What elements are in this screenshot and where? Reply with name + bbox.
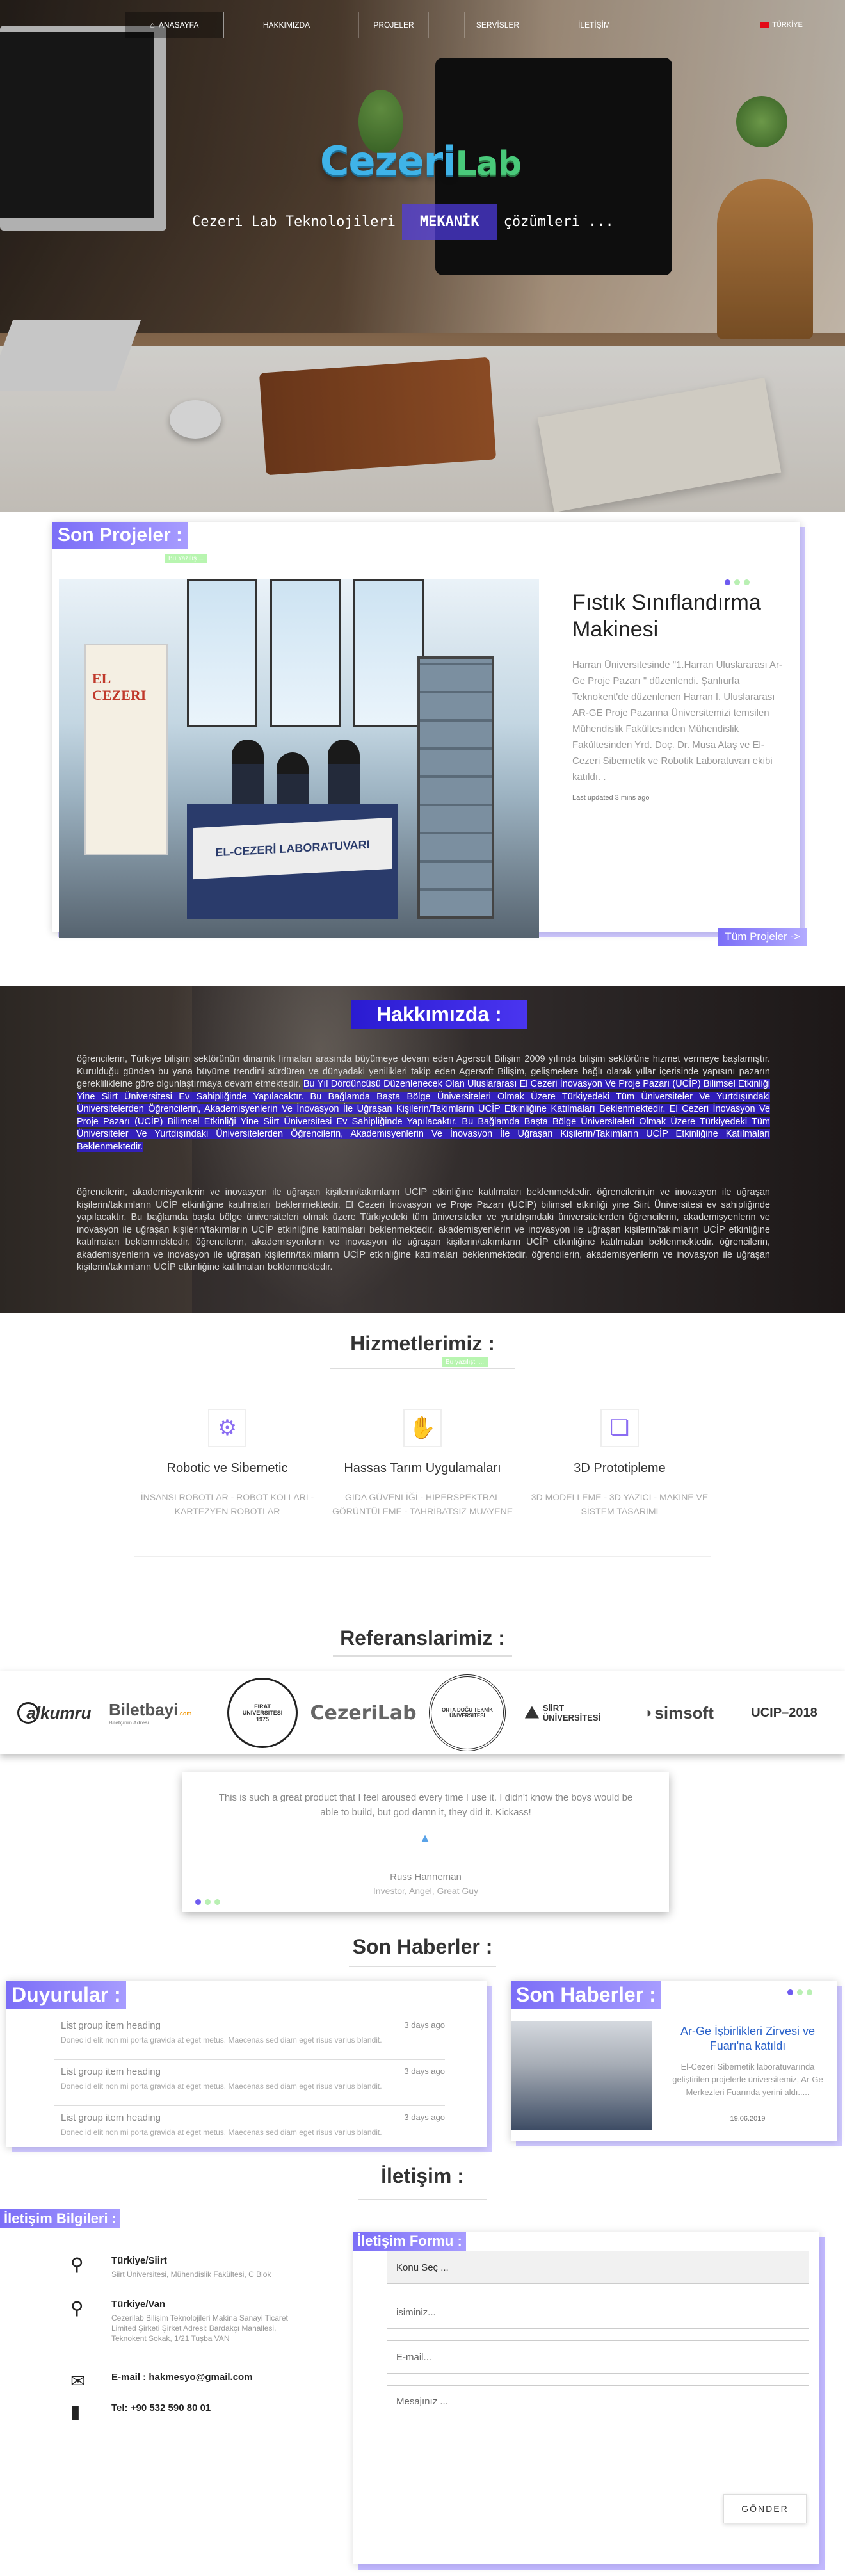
language-selector[interactable]: TÜRKİYE [757,12,807,38]
map-pin-icon: ⚲ [70,2255,84,2274]
project-description: Harran Üniversitesinde "1.Harran Uluslar… [572,660,782,782]
carousel-dot[interactable] [787,1989,793,1995]
services-title: Hizmetlerimiz : [350,1332,495,1355]
nav-home[interactable]: ⌂ ANASAYFA [125,12,224,38]
name-input[interactable]: isiminiz... [387,2296,809,2329]
testimonial-name: Russ Hanneman [390,1872,462,1883]
testimonial-role: Investor, Angel, Great Guy [373,1886,479,1896]
logo-ucip[interactable]: UCIP–2018 [736,1671,832,1754]
services-section: Hizmetlerimiz : Bu yazılıştı ... ⚙ Robot… [0,1332,845,1569]
services-badge: Bu yazılıştı ... [442,1357,488,1367]
references-title: Referanslarimiz : [340,1626,505,1649]
service-prototyping[interactable]: ❏ 3D Prototipleme 3D MODELLEME - 3D YAZI… [524,1409,716,1518]
list-item[interactable]: List group item heading 3 days ago Donec… [54,2060,445,2106]
logo-cezerilab-ref[interactable]: CezeriLab [310,1671,416,1754]
contact-form: İletişim Formu : Konu Seç ... isiminiz..… [353,2232,819,2564]
service-agriculture[interactable]: ✋ Hassas Tarım Uygulamaları GIDA GÜVENLİ… [326,1409,519,1518]
projects-badge: Bu Yazılış ... [165,554,208,563]
about-paragraph-1: öğrencilerin, Türkiye bilişim sektörünün… [77,1054,770,1152]
news-image[interactable] [511,2021,652,2130]
contact-heading: İletişim : [381,2164,464,2187]
testimonial-dots [195,1899,220,1905]
logo-alkumru[interactable]: alkumru [6,1671,102,1754]
hero-banner: ⌂ ANASAYFA HAKKIMIZDA PROJELER SERVİSLER … [0,0,845,512]
contact-info-title: İletişim Bilgileri : [0,2209,121,2228]
contact-form-title: İletişim Formu : [353,2232,466,2251]
top-nav: ⌂ ANASAYFA HAKKIMIZDA PROJELER SERVİSLER … [0,12,845,38]
list-item[interactable]: List group item heading 3 days ago Donec… [54,2106,445,2152]
news-title[interactable]: Ar-Ge İşbirlikleri Zirvesi ve Fuarı'na k… [664,2024,831,2054]
nav-projects[interactable]: PROJELER [358,12,429,38]
carousel-dot[interactable] [807,1989,812,1995]
email-input[interactable]: E-mail... [387,2340,809,2374]
news-card-title: Son Haberler : [511,1981,661,2009]
nav-about[interactable]: HAKKIMIZDA [250,12,323,38]
poster: EL CEZERI [84,644,168,855]
project-image[interactable]: EL CEZERI EL-CEZERİ LABORATUVARI [59,579,539,938]
contact-info: İletişim Bilgileri : ⚲ Türkiye/Siirt Sii… [0,2209,314,2568]
references-section: Referanslarimiz : alkumru Biletbayi.com B… [0,1626,845,1754]
lab-banner: EL-CEZERİ LABORATUVARI [193,817,392,880]
about-title: Hakkımızda : [351,1000,527,1029]
about-section: Hakkımızda : öğrencilerin, Türkiye biliş… [0,986,845,1313]
layers-icon: ❏ [600,1409,639,1447]
nav-services[interactable]: SERVİSLER [464,12,531,38]
sorting-machine [417,656,494,919]
list-item[interactable]: List group item heading 3 days ago Donec… [54,2014,445,2060]
announcements-card: Duyurular : List group item heading 3 da… [6,1981,487,2147]
logo-firat-university[interactable]: FIRAT ÜNİVERSİTESİ 1975 [218,1671,307,1754]
all-projects-button[interactable]: Tüm Projeler -> [718,928,807,946]
service-robotic[interactable]: ⚙ Robotic ve Sibernetic İNSANSI ROBOTLAR… [131,1409,323,1518]
news-heading: Son Haberler : [352,1935,493,1958]
testimonial-card: This is such a great product that I feel… [182,1772,669,1912]
references-strip: alkumru Biletbayi.com Biletçinin Adresi F… [0,1671,845,1754]
send-button[interactable]: GÖNDER [723,2494,807,2523]
robot-arm-icon: ⚙ [208,1409,246,1447]
subject-select[interactable]: Konu Seç ... [387,2251,809,2284]
nav-contact[interactable]: İLETİŞİM [556,12,632,38]
image-placeholder-icon: ▲ [419,1831,431,1844]
projects-section: Son Projeler : Bu Yazılış ... EL CEZERI … [52,522,807,946]
envelope-icon: ✉ [70,2371,86,2391]
cezerilab-logo: CezeriLab [320,138,522,184]
carousel-dot[interactable] [214,1899,220,1905]
news-description: El-Cezeri Sibernetik laboratuvarında gel… [672,2062,823,2097]
phone-icon: ▮ [70,2402,81,2422]
tagline-suffix: çözümleri ... [503,213,614,230]
logo-biletbayi[interactable]: Biletbayi.com Biletçinin Adresi [109,1671,211,1754]
announcements-title: Duyurular : [6,1981,126,2009]
project-details: Fıstık Sınıflandırma Makinesi Harran Üni… [572,583,790,802]
project-title[interactable]: Fıstık Sınıflandırma Makinesi [572,589,790,643]
about-highlight: Bu Yıl Dördüncüsü Düzenlenecek Olan Ulus… [77,1079,770,1152]
carousel-dot[interactable] [195,1899,201,1905]
tagline-prefix: Cezeri Lab Teknolojileri [192,213,396,230]
about-paragraph-2: öğrencilerin, akademisyenlerin ve inovas… [77,1187,770,1272]
turkey-flag-icon [760,22,770,28]
logo-odtu[interactable]: ORTA DOĞU TEKNİK ÜNİVERSİTESİ [422,1671,512,1754]
carousel-dot[interactable] [797,1989,803,1995]
news-dots [787,1989,812,1995]
logo-siirt-university[interactable]: ⛰ SİİRT ÜNİVERSİTESİ [525,1671,621,1754]
testimonial-quote: This is such a great product that I feel… [218,1792,633,1818]
project-updated: Last updated 3 mins ago [572,794,650,802]
home-icon: ⌂ [150,20,155,29]
map-pin-icon: ⚲ [70,2298,84,2318]
logo-simsoft[interactable]: ◑ simsoft [631,1671,727,1754]
hero-tagline: Cezeri Lab Teknolojileri MEKANİK çözümle… [186,203,659,240]
hand-scan-icon: ✋ [403,1409,442,1447]
latest-news-card: Son Haberler : Ar-Ge İşbirlikleri Zirves… [511,1981,837,2141]
news-date: 19.06.2019 [730,2115,766,2123]
tagline-highlight: MEKANİK [401,203,497,240]
projects-title: Son Projeler : [52,522,188,549]
carousel-dot[interactable] [205,1899,211,1905]
